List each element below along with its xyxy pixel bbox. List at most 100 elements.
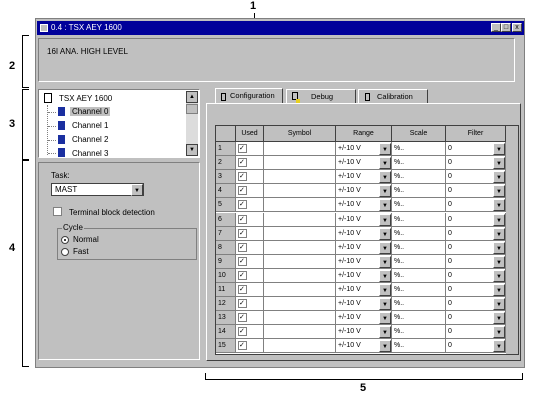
- chevron-down-icon[interactable]: ▼: [379, 227, 391, 240]
- grid-filter-cell[interactable]: 0 ▼: [446, 283, 506, 298]
- chevron-down-icon[interactable]: ▼: [493, 171, 505, 184]
- grid-scale-cell[interactable]: %..: [392, 283, 446, 298]
- tab-calibration[interactable]: Calibration: [358, 89, 428, 104]
- tab-debug[interactable]: Debug: [286, 89, 356, 104]
- grid-header-scale[interactable]: Scale: [392, 126, 446, 142]
- grid-scale-cell[interactable]: %..: [392, 339, 446, 354]
- chevron-down-icon[interactable]: ▼: [379, 171, 391, 184]
- grid-symbol-cell[interactable]: [264, 156, 336, 171]
- used-checkbox[interactable]: ✓: [238, 313, 247, 323]
- grid-symbol-cell[interactable]: [264, 240, 336, 255]
- grid-used-cell[interactable]: ✓: [236, 198, 264, 213]
- grid-symbol-cell[interactable]: [264, 212, 336, 227]
- radio-fast[interactable]: [61, 248, 69, 256]
- grid-symbol-cell[interactable]: [264, 142, 336, 157]
- chevron-down-icon[interactable]: ▼: [379, 298, 391, 311]
- close-icon[interactable]: x: [512, 23, 522, 32]
- grid-range-cell[interactable]: +/-10 V ▼: [336, 297, 392, 312]
- grid-symbol-cell[interactable]: [264, 339, 336, 354]
- tree-item-channel-2[interactable]: Channel 2: [72, 135, 108, 144]
- grid-scale-cell[interactable]: %..: [392, 226, 446, 241]
- used-checkbox[interactable]: ✓: [238, 172, 247, 182]
- used-checkbox[interactable]: ✓: [238, 285, 247, 294]
- grid-used-cell[interactable]: ✓: [236, 142, 264, 157]
- grid-filter-cell[interactable]: 0 ▼: [446, 254, 506, 269]
- chevron-down-icon[interactable]: ▼: [493, 284, 505, 296]
- minimize-icon[interactable]: _: [491, 23, 501, 32]
- grid-symbol-cell[interactable]: [264, 226, 336, 241]
- grid-filter-cell[interactable]: 0 ▼: [446, 311, 506, 326]
- used-checkbox[interactable]: ✓: [238, 228, 247, 238]
- grid-used-cell[interactable]: ✓: [236, 325, 264, 340]
- used-checkbox[interactable]: ✓: [238, 327, 247, 337]
- chevron-down-icon[interactable]: ▼: [379, 199, 391, 212]
- chevron-down-icon[interactable]: ▼: [379, 213, 391, 226]
- used-checkbox[interactable]: ✓: [238, 214, 247, 224]
- grid-range-cell[interactable]: +/-10 V ▼: [336, 311, 392, 326]
- tab-configuration[interactable]: Configuration: [215, 88, 283, 104]
- scroll-down-icon[interactable]: ▼: [186, 144, 198, 156]
- grid-symbol-cell[interactable]: [264, 254, 336, 269]
- chevron-down-icon[interactable]: ▼: [493, 340, 505, 353]
- used-checkbox[interactable]: ✓: [238, 158, 247, 168]
- grid-filter-cell[interactable]: 0 ▼: [446, 240, 506, 255]
- chevron-down-icon[interactable]: ▼: [379, 185, 391, 198]
- grid-range-cell[interactable]: +/-10 V ▼: [336, 283, 392, 298]
- grid-range-cell[interactable]: +/-10 V ▼: [336, 325, 392, 340]
- used-checkbox[interactable]: ✓: [238, 256, 247, 266]
- used-checkbox[interactable]: ✓: [238, 186, 247, 196]
- grid-range-cell[interactable]: +/-10 V ▼: [336, 254, 392, 269]
- chevron-down-icon[interactable]: ▼: [379, 269, 391, 282]
- used-checkbox[interactable]: ✓: [238, 144, 247, 153]
- grid-filter-cell[interactable]: 0 ▼: [446, 339, 506, 354]
- chevron-down-icon[interactable]: ▼: [493, 213, 505, 226]
- chevron-down-icon[interactable]: ▼: [379, 326, 391, 339]
- grid-scale-cell[interactable]: %..: [392, 297, 446, 312]
- grid-used-cell[interactable]: ✓: [236, 170, 264, 185]
- chevron-down-icon[interactable]: ▼: [379, 284, 391, 296]
- grid-used-cell[interactable]: ✓: [236, 184, 264, 199]
- grid-filter-cell[interactable]: 0 ▼: [446, 142, 506, 157]
- scroll-thumb[interactable]: [186, 104, 198, 114]
- grid-used-cell[interactable]: ✓: [236, 212, 264, 227]
- grid-symbol-cell[interactable]: [264, 268, 336, 283]
- grid-used-cell[interactable]: ✓: [236, 283, 264, 298]
- grid-used-cell[interactable]: ✓: [236, 311, 264, 326]
- grid-filter-cell[interactable]: 0 ▼: [446, 156, 506, 171]
- chevron-down-icon[interactable]: ▼: [379, 255, 391, 268]
- grid-range-cell[interactable]: +/-10 V ▼: [336, 339, 392, 354]
- grid-used-cell[interactable]: ✓: [236, 297, 264, 312]
- tree-scrollbar[interactable]: ▲ ▼: [186, 91, 198, 156]
- grid-range-cell[interactable]: +/-10 V ▼: [336, 142, 392, 157]
- chevron-down-icon[interactable]: ▼: [493, 269, 505, 282]
- task-select[interactable]: MAST ▼: [51, 183, 144, 196]
- chevron-down-icon[interactable]: ▼: [493, 157, 505, 170]
- used-checkbox[interactable]: ✓: [238, 270, 247, 280]
- grid-used-cell[interactable]: ✓: [236, 339, 264, 354]
- grid-symbol-cell[interactable]: [264, 184, 336, 199]
- used-checkbox[interactable]: ✓: [238, 299, 247, 309]
- grid-range-cell[interactable]: +/-10 V ▼: [336, 198, 392, 213]
- grid-range-cell[interactable]: +/-10 V ▼: [336, 170, 392, 185]
- grid-scale-cell[interactable]: %..: [392, 254, 446, 269]
- used-checkbox[interactable]: ✓: [238, 242, 247, 252]
- grid-used-cell[interactable]: ✓: [236, 226, 264, 241]
- grid-filter-cell[interactable]: 0 ▼: [446, 212, 506, 227]
- grid-range-cell[interactable]: +/-10 V ▼: [336, 268, 392, 283]
- grid-used-cell[interactable]: ✓: [236, 156, 264, 171]
- chevron-down-icon[interactable]: ▼: [379, 241, 391, 254]
- grid-scale-cell[interactable]: %..: [392, 198, 446, 213]
- grid-symbol-cell[interactable]: [264, 311, 336, 326]
- chevron-down-icon[interactable]: ▼: [379, 312, 391, 325]
- chevron-down-icon[interactable]: ▼: [131, 184, 143, 196]
- chevron-down-icon[interactable]: ▼: [493, 227, 505, 240]
- grid-header-symbol[interactable]: Symbol: [264, 126, 336, 142]
- chevron-down-icon[interactable]: ▼: [379, 143, 391, 155]
- tree-item-channel-0[interactable]: Channel 0: [70, 107, 111, 116]
- grid-used-cell[interactable]: ✓: [236, 268, 264, 283]
- grid-scale-cell[interactable]: %..: [392, 240, 446, 255]
- used-checkbox[interactable]: ✓: [238, 341, 247, 351]
- chevron-down-icon[interactable]: ▼: [493, 298, 505, 311]
- chevron-down-icon[interactable]: ▼: [493, 185, 505, 198]
- chevron-down-icon[interactable]: ▼: [379, 340, 391, 353]
